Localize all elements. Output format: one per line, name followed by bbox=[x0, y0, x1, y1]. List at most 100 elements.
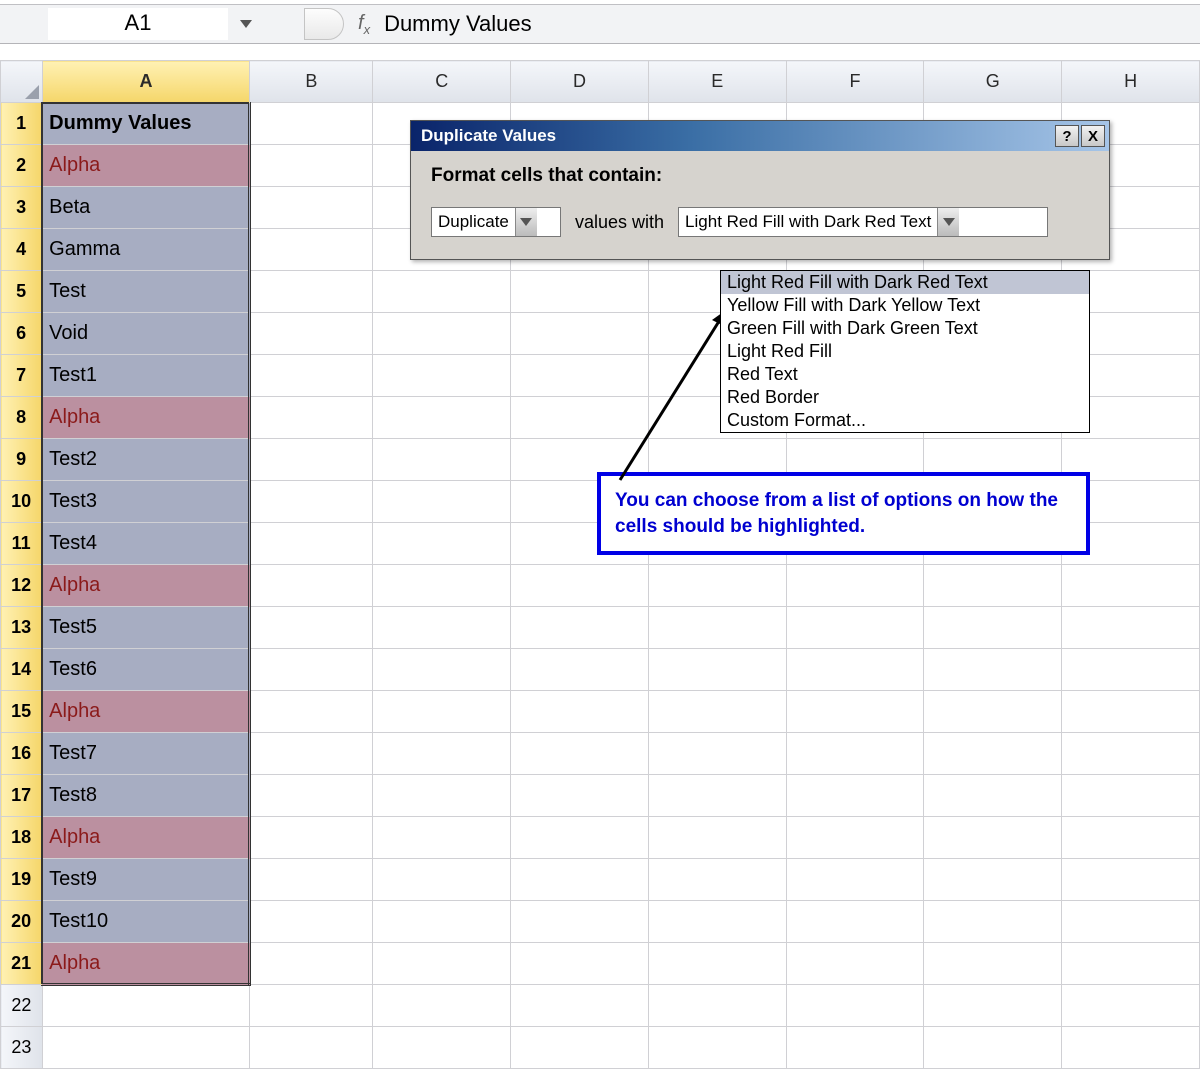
cell[interactable]: Dummy Values bbox=[42, 103, 250, 145]
cell[interactable] bbox=[511, 859, 649, 901]
row-header[interactable]: 14 bbox=[1, 649, 43, 691]
cell[interactable] bbox=[250, 565, 373, 607]
cell[interactable] bbox=[648, 691, 786, 733]
cell[interactable] bbox=[250, 145, 373, 187]
cell[interactable] bbox=[786, 691, 924, 733]
cell[interactable] bbox=[1062, 691, 1200, 733]
cell[interactable] bbox=[1062, 943, 1200, 985]
cell[interactable] bbox=[373, 817, 511, 859]
row-header[interactable]: 1 bbox=[1, 103, 43, 145]
cell[interactable] bbox=[924, 733, 1062, 775]
cell[interactable] bbox=[648, 901, 786, 943]
cell[interactable] bbox=[250, 733, 373, 775]
row-header[interactable]: 23 bbox=[1, 1027, 43, 1069]
cell[interactable] bbox=[250, 439, 373, 481]
cell[interactable] bbox=[648, 985, 786, 1027]
cell[interactable] bbox=[1062, 775, 1200, 817]
col-header-F[interactable]: F bbox=[786, 61, 924, 103]
fx-icon[interactable]: fx bbox=[358, 12, 370, 37]
cell[interactable] bbox=[1062, 607, 1200, 649]
cell[interactable] bbox=[648, 649, 786, 691]
cell[interactable] bbox=[373, 397, 511, 439]
cell[interactable] bbox=[511, 649, 649, 691]
dropdown-option[interactable]: Custom Format... bbox=[721, 409, 1089, 432]
cell[interactable]: Test10 bbox=[42, 901, 250, 943]
cell[interactable]: Alpha bbox=[42, 565, 250, 607]
cell[interactable] bbox=[250, 859, 373, 901]
col-header-B[interactable]: B bbox=[250, 61, 373, 103]
cell[interactable] bbox=[250, 649, 373, 691]
formula-value[interactable]: Dummy Values bbox=[384, 11, 532, 37]
cell[interactable] bbox=[250, 775, 373, 817]
cell[interactable] bbox=[648, 859, 786, 901]
row-header[interactable]: 15 bbox=[1, 691, 43, 733]
cell[interactable]: Beta bbox=[42, 187, 250, 229]
cell[interactable] bbox=[373, 733, 511, 775]
row-header[interactable]: 16 bbox=[1, 733, 43, 775]
help-button[interactable]: ? bbox=[1055, 125, 1079, 147]
cell[interactable] bbox=[42, 985, 250, 1027]
row-header[interactable]: 4 bbox=[1, 229, 43, 271]
cell[interactable] bbox=[373, 943, 511, 985]
cell[interactable] bbox=[250, 1027, 373, 1069]
cell[interactable] bbox=[924, 985, 1062, 1027]
close-button[interactable]: X bbox=[1081, 125, 1105, 147]
dropdown-option[interactable]: Red Text bbox=[721, 363, 1089, 386]
cell[interactable] bbox=[250, 523, 373, 565]
cell[interactable] bbox=[511, 817, 649, 859]
cell[interactable]: Alpha bbox=[42, 943, 250, 985]
cell[interactable] bbox=[648, 943, 786, 985]
cell[interactable] bbox=[250, 271, 373, 313]
cell[interactable]: Test4 bbox=[42, 523, 250, 565]
name-box-dropdown[interactable] bbox=[228, 8, 264, 40]
col-header-G[interactable]: G bbox=[924, 61, 1062, 103]
cell[interactable] bbox=[373, 439, 511, 481]
cell[interactable] bbox=[786, 859, 924, 901]
cell[interactable]: Void bbox=[42, 313, 250, 355]
cell[interactable] bbox=[786, 649, 924, 691]
col-header-A[interactable]: A bbox=[42, 61, 250, 103]
cell[interactable] bbox=[250, 397, 373, 439]
cell[interactable] bbox=[373, 775, 511, 817]
cell[interactable] bbox=[373, 691, 511, 733]
cell[interactable] bbox=[648, 733, 786, 775]
row-header[interactable]: 10 bbox=[1, 481, 43, 523]
dropdown-option[interactable]: Light Red Fill bbox=[721, 340, 1089, 363]
row-header[interactable]: 20 bbox=[1, 901, 43, 943]
cell[interactable] bbox=[648, 775, 786, 817]
cell[interactable] bbox=[250, 985, 373, 1027]
cell[interactable] bbox=[1062, 565, 1200, 607]
cell[interactable] bbox=[786, 775, 924, 817]
cell[interactable] bbox=[250, 229, 373, 271]
cell[interactable]: Alpha bbox=[42, 145, 250, 187]
select-all-corner[interactable] bbox=[1, 61, 43, 103]
row-header[interactable]: 11 bbox=[1, 523, 43, 565]
cell[interactable] bbox=[373, 607, 511, 649]
cell[interactable] bbox=[511, 397, 649, 439]
cell[interactable] bbox=[42, 1027, 250, 1069]
row-header[interactable]: 7 bbox=[1, 355, 43, 397]
cell[interactable] bbox=[648, 565, 786, 607]
cell[interactable] bbox=[373, 859, 511, 901]
cell[interactable]: Test7 bbox=[42, 733, 250, 775]
cell[interactable] bbox=[1062, 859, 1200, 901]
cell[interactable] bbox=[511, 901, 649, 943]
cell[interactable]: Test6 bbox=[42, 649, 250, 691]
cell[interactable] bbox=[250, 187, 373, 229]
row-header[interactable]: 6 bbox=[1, 313, 43, 355]
cell[interactable] bbox=[511, 733, 649, 775]
cell[interactable] bbox=[511, 313, 649, 355]
row-header[interactable]: 21 bbox=[1, 943, 43, 985]
cell[interactable] bbox=[786, 733, 924, 775]
cell[interactable] bbox=[786, 607, 924, 649]
cell[interactable] bbox=[1062, 901, 1200, 943]
cell[interactable] bbox=[648, 1027, 786, 1069]
row-header[interactable]: 12 bbox=[1, 565, 43, 607]
cell[interactable] bbox=[373, 271, 511, 313]
mode-combo[interactable]: Duplicate bbox=[431, 207, 561, 237]
dropdown-option[interactable]: Yellow Fill with Dark Yellow Text bbox=[721, 294, 1089, 317]
col-header-C[interactable]: C bbox=[373, 61, 511, 103]
cell[interactable] bbox=[648, 817, 786, 859]
cell[interactable] bbox=[250, 355, 373, 397]
cell[interactable] bbox=[924, 943, 1062, 985]
